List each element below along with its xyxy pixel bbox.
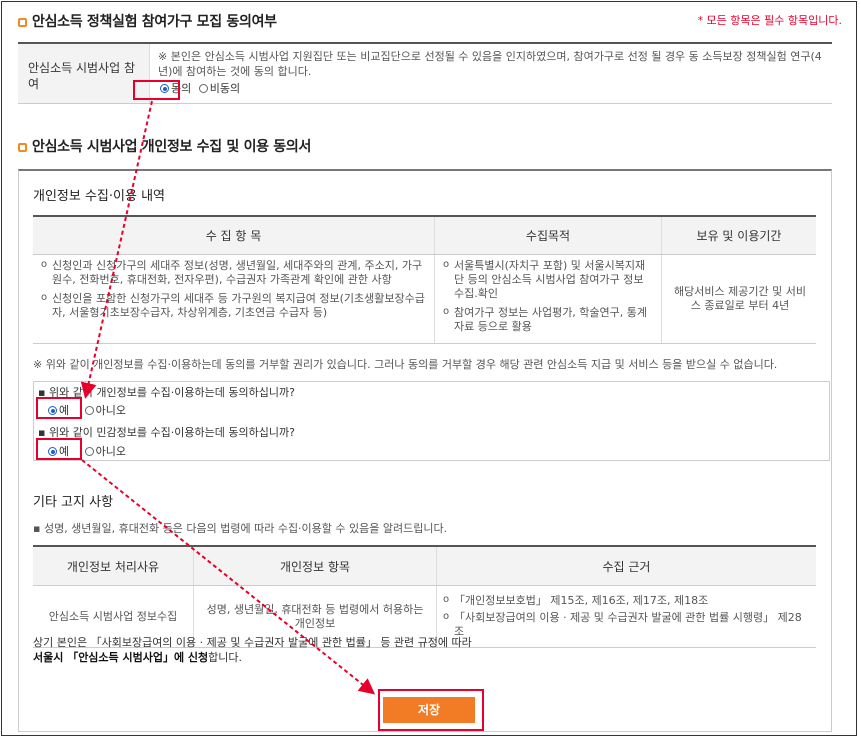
form-frame: 안심소득 정책실험 참여가구 모집 동의여부 * 모든 항목은 필수 항목입니다… (1, 1, 857, 736)
declaration-text: 상기 본인은 「사회보장급여의 이용 · 제공 및 수급권자 발굴에 관한 법률… (33, 635, 472, 665)
section-bullet-icon (18, 18, 27, 27)
col-header-period: 보유 및 이용기간 (661, 216, 816, 255)
declaration-rest: 합니다. (208, 651, 243, 664)
highlight-save (378, 689, 484, 731)
col-header-reason: 개인정보 처리사유 (33, 546, 194, 586)
col-header-info-items: 개인정보 항목 (193, 546, 437, 586)
consent-disagree-option[interactable]: 비동의 (198, 81, 240, 96)
highlight-sensitive-yes (36, 438, 82, 460)
refusal-notice: ※ 위와 같이 개인정보를 수집·이용하는데 동의를 거부할 권리가 있습니다.… (33, 358, 778, 371)
declaration-line1: 상기 본인은 「사회보장급여의 이용 · 제공 및 수급권자 발굴에 관한 법률… (33, 636, 472, 649)
purpose-entry: 참여가구 정보는 사업평가, 학술연구, 통계자료 등으로 활용 (443, 305, 655, 334)
sensitive-no-option[interactable]: 아니오 (84, 443, 126, 459)
items-entry: 신청인과 신청가구의 세대주 정보(성명, 생년월일, 세대주와의 관계, 주소… (41, 258, 428, 287)
legal-basis-table: 개인정보 처리사유 개인정보 항목 수집 근거 안심소득 시범사업 정보수집 성… (33, 545, 816, 648)
declaration-bold: 서울시 「안심소득 시범사업」에 신청 (33, 651, 209, 664)
other-notice-title: 기타 고지 사항 (33, 495, 114, 510)
section-bullet-icon (18, 143, 27, 152)
row-label: 안심소득 시범사업 참여 (18, 43, 150, 104)
privacy-consent-box: 개인정보 수집·이용 내역 수 집 항 목 수집목적 보유 및 이용기간 신청인… (18, 169, 832, 732)
highlight-agree (133, 80, 180, 100)
basis-entry: 「개인정보보호법」 제15조, 제16조, 제17조, 제18조 (443, 593, 810, 608)
question-box: ▪ 위와 같이 개인정보를 수집·이용하는데 동의하십니까? 예 아니오 ▪ 위… (33, 381, 830, 461)
col-header-items: 수 집 항 목 (33, 216, 435, 255)
highlight-personal-yes (36, 397, 82, 419)
radio-sensitive-no[interactable] (84, 447, 94, 456)
radio-personal-no[interactable] (84, 406, 94, 415)
basis-entry: 「사회보장급여의 이용 · 제공 및 수급권자 발굴에 관한 법률 시행령」 제… (443, 610, 810, 639)
other-notice-text: ▪ 성명, 생년월일, 휴대전화 등은 다음의 법령에 따라 수집·이용할 수 … (33, 522, 448, 535)
col-header-purpose: 수집목적 (434, 216, 662, 255)
consent-description: ※ 본인은 안심소득 시범사업 지원집단 또는 비교집단으로 선정될 수 있음을… (158, 50, 822, 78)
collection-table: 수 집 항 목 수집목적 보유 및 이용기간 신청인과 신청가구의 세대주 정보… (33, 215, 816, 344)
section2-title: 안심소득 시범사업 개인정보 수집 및 이용 동의서 (18, 136, 311, 156)
collection-subtitle: 개인정보 수집·이용 내역 (33, 189, 165, 204)
radio-disagree[interactable] (198, 84, 208, 93)
personal-no-option[interactable]: 아니오 (84, 402, 126, 418)
items-entry: 신청인을 포함한 신청가구의 세대주 등 가구원의 복지급여 정보(기초생활보장… (41, 291, 428, 320)
required-note: * 모든 항목은 필수 항목입니다. (697, 14, 842, 27)
purpose-entry: 서울특별시(자치구 포함) 및 서울시복지재단 등의 안심소득 시범사업 참여가… (443, 258, 655, 301)
period-cell: 해당서비스 제공기간 및 서비스 종료일로 부터 4년 (661, 254, 816, 344)
col-header-basis: 수집 근거 (436, 546, 816, 586)
section1-title: 안심소득 정책실험 참여가구 모집 동의여부 (18, 11, 277, 31)
